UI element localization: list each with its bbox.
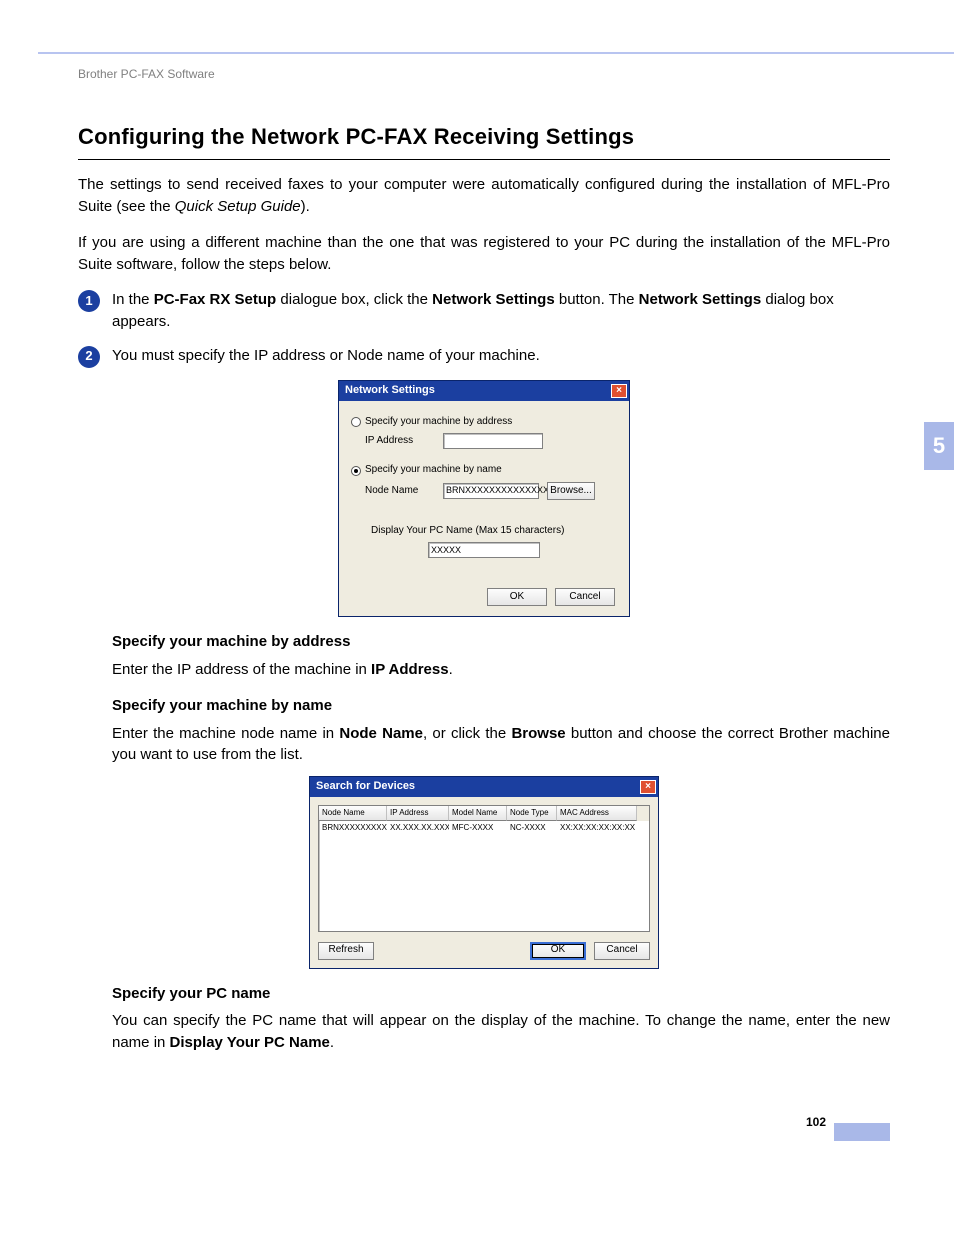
- cell: XX.XXX.XX.XXX: [387, 822, 449, 834]
- radio-label: Specify your machine by address: [365, 415, 512, 430]
- text-bold: Network Settings: [639, 291, 762, 308]
- col-ip-address[interactable]: IP Address: [387, 806, 449, 821]
- subhead-pc-name: Specify your PC name: [112, 983, 890, 1005]
- subhead-by-name: Specify your machine by name: [112, 695, 890, 717]
- text-emphasis: Quick Setup Guide: [175, 198, 301, 215]
- text-bold: Display Your PC Name: [170, 1034, 330, 1051]
- node-name-input[interactable]: BRNXXXXXXXXXXXXXX: [443, 483, 539, 499]
- text: Enter the machine node name in: [112, 725, 339, 742]
- dialog-titlebar: Search for Devices ×: [310, 777, 658, 797]
- text: Enter the IP address of the machine in: [112, 661, 371, 678]
- device-table[interactable]: Node Name IP Address Model Name Node Typ…: [318, 805, 650, 932]
- text: .: [449, 661, 453, 678]
- intro-paragraph-1: The settings to send received faxes to y…: [78, 174, 890, 218]
- table-header: Node Name IP Address Model Name Node Typ…: [319, 806, 649, 821]
- page-title: Configuring the Network PC-FAX Receiving…: [78, 121, 890, 153]
- close-icon[interactable]: ×: [611, 384, 627, 398]
- ip-address-label: IP Address: [365, 434, 435, 449]
- text-bold: Node Name: [339, 725, 423, 742]
- page-footer: 102: [78, 1114, 826, 1131]
- search-devices-dialog: Search for Devices × Node Name IP Addres…: [309, 776, 659, 969]
- ok-button[interactable]: OK: [487, 588, 547, 606]
- text-bold: Browse: [511, 725, 565, 742]
- intro-paragraph-2: If you are using a different machine tha…: [78, 232, 890, 276]
- close-icon[interactable]: ×: [640, 780, 656, 794]
- text: , or click the: [423, 725, 511, 742]
- chapter-tab: 5: [924, 422, 954, 470]
- step-bullet: 1: [78, 290, 100, 312]
- text: button. The: [555, 291, 639, 308]
- ip-address-input[interactable]: [443, 433, 543, 449]
- ok-button[interactable]: OK: [530, 942, 586, 960]
- dialog-title: Search for Devices: [316, 779, 640, 795]
- text-bold: IP Address: [371, 661, 449, 678]
- dialog-title: Network Settings: [345, 383, 611, 399]
- table-row[interactable]: BRNXXXXXXXXXX XX.XXX.XX.XXX MFC-XXXX NC-…: [319, 821, 649, 835]
- cancel-button[interactable]: Cancel: [594, 942, 650, 960]
- text-bold: Network Settings: [432, 291, 555, 308]
- step-text: In the PC-Fax RX Setup dialogue box, cli…: [112, 289, 890, 333]
- radio-label: Specify your machine by name: [365, 463, 502, 478]
- cell: XX:XX:XX:XX:XX:XX: [557, 822, 637, 834]
- text: ).: [301, 198, 310, 215]
- refresh-button[interactable]: Refresh: [318, 942, 374, 960]
- radio-icon: [351, 466, 361, 476]
- cell: MFC-XXXX: [449, 822, 507, 834]
- pc-name-caption: Display Your PC Name (Max 15 characters): [371, 524, 617, 539]
- cell: BRNXXXXXXXXXX: [319, 822, 387, 834]
- page-number: 102: [806, 1115, 826, 1129]
- radio-by-address[interactable]: Specify your machine by address: [351, 415, 617, 430]
- title-rule: [78, 159, 890, 160]
- cancel-button[interactable]: Cancel: [555, 588, 615, 606]
- subbody-by-name: Enter the machine node name in Node Name…: [112, 723, 890, 767]
- text-bold: PC-Fax RX Setup: [154, 291, 277, 308]
- subhead-by-address: Specify your machine by address: [112, 631, 890, 653]
- step-2: 2 You must specify the IP address or Nod…: [78, 345, 890, 368]
- browse-button[interactable]: Browse...: [547, 482, 595, 500]
- text: .: [330, 1034, 334, 1051]
- radio-icon: [351, 417, 361, 427]
- running-header: Brother PC-FAX Software: [78, 66, 890, 83]
- step-1: 1 In the PC-Fax RX Setup dialogue box, c…: [78, 289, 890, 333]
- cell: NC-XXXX: [507, 822, 557, 834]
- col-node-type[interactable]: Node Type: [507, 806, 557, 821]
- text: In the: [112, 291, 154, 308]
- col-node-name[interactable]: Node Name: [319, 806, 387, 821]
- dialog-titlebar: Network Settings ×: [339, 381, 629, 401]
- subbody-pc-name: You can specify the PC name that will ap…: [112, 1010, 890, 1054]
- text: dialogue box, click the: [276, 291, 432, 308]
- radio-by-name[interactable]: Specify your machine by name: [351, 463, 617, 478]
- step-text: You must specify the IP address or Node …: [112, 345, 890, 367]
- col-model-name[interactable]: Model Name: [449, 806, 507, 821]
- pc-name-input[interactable]: XXXXX: [428, 542, 540, 558]
- node-name-label: Node Name: [365, 484, 435, 499]
- col-mac-address[interactable]: MAC Address: [557, 806, 637, 821]
- footer-accent: [834, 1123, 890, 1141]
- subbody-by-address: Enter the IP address of the machine in I…: [112, 659, 890, 681]
- network-settings-dialog: Network Settings × Specify your machine …: [338, 380, 630, 618]
- step-bullet: 2: [78, 346, 100, 368]
